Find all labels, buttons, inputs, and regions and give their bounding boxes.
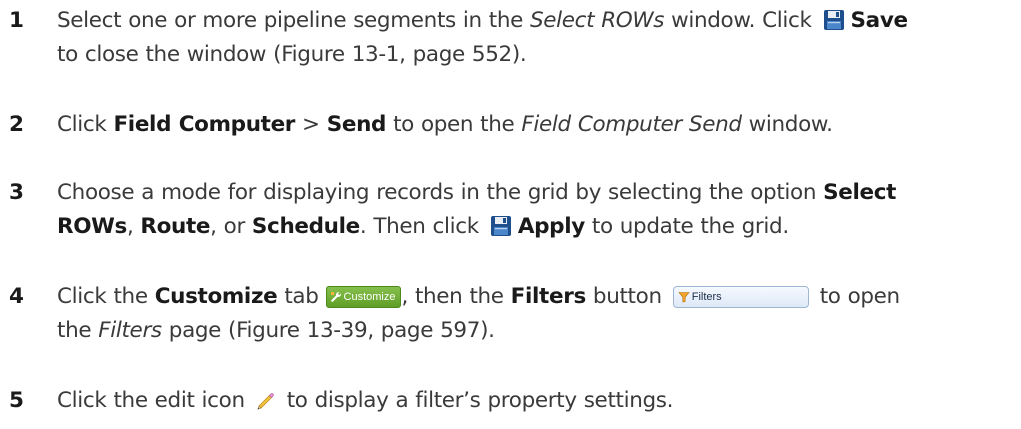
step-text: Click the edit icon to display a filter’… [57,384,1019,418]
text-run: Choose a mode for displaying records in … [57,180,824,205]
step-number: 1 [9,8,24,33]
text-run: , or [210,214,252,239]
text-run: window. [741,112,833,137]
text-run: Click [57,112,114,137]
text-run: page (Figure 13-39, page 597). [161,318,495,343]
step-number: 3 [9,180,24,205]
text-run: , [126,214,141,239]
text-run: to open the [386,112,522,137]
text-run: to update the grid. [584,214,789,239]
option-route: Route [140,214,211,239]
filters-button[interactable]: Filters [672,286,809,308]
text-run: Click the edit icon [57,388,252,413]
step-number: 4 [9,284,24,309]
funnel-icon [678,292,690,303]
text-run: the [57,318,99,343]
text-run: tab [277,284,326,309]
text-run: Select one or more pipeline segments in … [57,8,530,33]
text-run: > [295,112,327,137]
menu-field-computer: Field Computer [113,112,296,137]
text-run: to open [812,284,900,309]
wrench-icon [330,291,341,302]
customize-tab-label: Customize [343,291,396,303]
save-icon [823,8,845,30]
window-name: Select ROWs [529,8,665,33]
step-text: Choose a mode for displaying records in … [57,176,1019,244]
filters-button-label: Filters [691,291,722,303]
apply-label: Apply [517,214,585,239]
pencil-icon[interactable] [254,388,276,410]
text-run: to display a filter’s property settings. [279,388,674,413]
option-schedule: Schedule [251,214,360,239]
save-icon [490,214,512,236]
text-run: window. Click [664,8,819,33]
menu-send: Send [326,112,387,137]
save-label: Save [850,8,909,33]
customize-tab[interactable]: Customize [325,286,402,308]
step-text: Click Field Computer > Send to open the … [57,108,1019,142]
step-number: 2 [9,112,24,137]
window-name: Field Computer Send [521,112,742,137]
text-run: button [585,284,669,309]
customize-label: Customize [154,284,278,309]
step-number: 5 [9,388,24,413]
text-run: Click the [57,284,155,309]
text-run: , then the [401,284,511,309]
filters-label: Filters [510,284,587,309]
step-text: Select one or more pipeline segments in … [57,4,1019,72]
text-run: . Then click [359,214,486,239]
option-label: Select [823,180,897,205]
text-run: to close the window (Figure 13-1, page 5… [57,42,527,67]
option-label: ROWs [57,214,127,239]
page-name: Filters [98,318,162,343]
step-text: Click the Customize tab Customize , then … [57,280,1019,348]
